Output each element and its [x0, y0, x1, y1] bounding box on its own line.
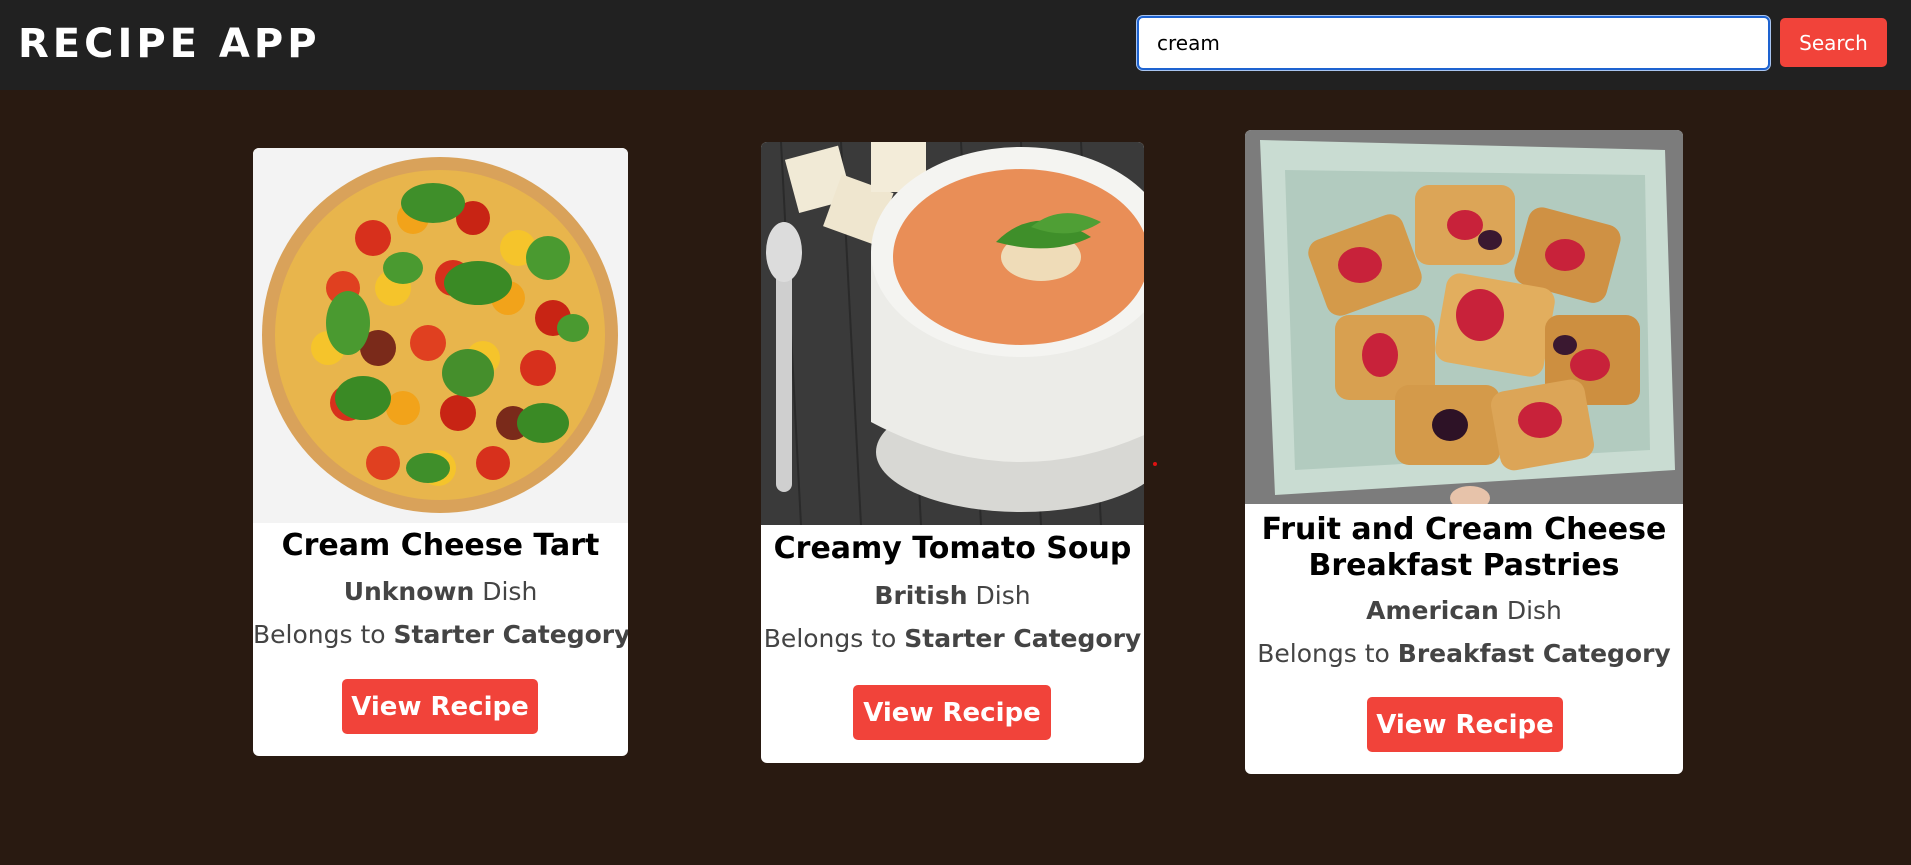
pastries-image — [1245, 130, 1683, 504]
recipe-area-name: Unknown — [343, 577, 475, 606]
search-input[interactable] — [1137, 16, 1770, 70]
recipe-category-prefix: Belongs to — [253, 620, 386, 649]
recipe-title-line-1: Fruit and Cream Cheese — [1261, 512, 1667, 547]
recipe-category: Belongs to Breakfast Category — [1245, 638, 1683, 670]
recipe-category: Belongs to Starter Category — [761, 623, 1144, 655]
recipe-image-tart — [253, 148, 628, 523]
stray-dot — [1153, 462, 1157, 466]
view-recipe-button[interactable]: View Recipe — [853, 685, 1051, 740]
recipe-category-name: Breakfast Category — [1397, 639, 1671, 668]
recipe-area-suffix: Dish — [1506, 596, 1562, 625]
recipe-area-name: British — [874, 581, 968, 610]
recipe-area-suffix: Dish — [975, 581, 1031, 610]
recipe-area-name: American — [1366, 596, 1499, 625]
recipe-area: American Dish — [1245, 595, 1683, 627]
recipe-image-soup — [761, 142, 1144, 525]
view-recipe-button[interactable]: View Recipe — [342, 679, 538, 734]
search-button[interactable]: Search — [1780, 18, 1887, 67]
recipe-card: Cream Cheese Tart Unknown Dish Belongs t… — [253, 148, 628, 756]
app-title: RECIPE APP — [18, 21, 321, 67]
recipe-category: Belongs to Starter Category — [253, 619, 628, 651]
recipe-card: Fruit and Cream Cheese Breakfast Pastrie… — [1245, 130, 1683, 774]
recipe-category-name: Starter Category — [904, 624, 1142, 653]
recipe-area-suffix: Dish — [482, 577, 538, 606]
recipe-area: Unknown Dish — [253, 576, 628, 608]
recipe-card: Creamy Tomato Soup British Dish Belongs … — [761, 142, 1144, 763]
tart-image — [253, 148, 628, 523]
recipe-category-prefix: Belongs to — [1257, 639, 1390, 668]
recipe-title-line-2: Breakfast Pastries — [1308, 548, 1620, 583]
view-recipe-button[interactable]: View Recipe — [1367, 697, 1563, 752]
recipe-area: British Dish — [761, 580, 1144, 612]
recipe-category-prefix: Belongs to — [763, 624, 897, 653]
recipe-title: Cream Cheese Tart — [281, 528, 600, 563]
recipe-title: Fruit and Cream Cheese Breakfast Pastrie… — [1245, 512, 1683, 584]
recipe-category-name: Starter Category — [393, 620, 628, 649]
recipe-image-pastries — [1245, 130, 1683, 504]
recipe-title: Creamy Tomato Soup — [773, 531, 1132, 566]
soup-image — [761, 142, 1144, 525]
navbar: RECIPE APP Search — [0, 0, 1911, 90]
